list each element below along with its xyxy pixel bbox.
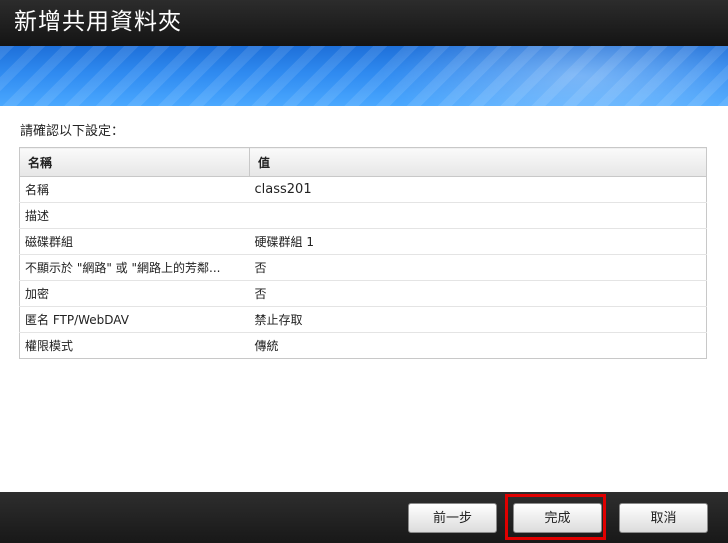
table-row[interactable]: 匿名 FTP/WebDAV 禁止存取 [19,306,707,333]
banner-stripes [0,46,728,106]
confirm-prompt: 請確認以下設定： [20,124,125,139]
row-name: 權限模式 [25,339,74,353]
dialog-titlebar: 新增共用資料夾 [0,0,728,47]
row-value: 禁止存取 [249,306,707,333]
dialog-content: 請確認以下設定： 名稱 值 名稱 class201 描述 磁碟群組 硬碟群組 1… [0,106,728,492]
row-value: 否 [249,254,707,281]
row-name: 不顯示於 "網路" 或 "網路上的芳鄰... [19,254,250,281]
row-name: 描述 [19,202,250,229]
row-value: 傳統 [254,339,279,353]
table-row[interactable]: 名稱 class201 [19,176,707,203]
previous-step-button[interactable]: 前一步 [408,503,497,533]
table-row[interactable]: 磁碟群組 硬碟群組 1 [19,228,707,255]
row-value: 硬碟群組 1 [249,228,707,255]
finish-button[interactable]: 完成 [513,503,602,533]
dialog-title: 新增共用資料夾 [14,9,182,35]
settings-summary-table: 名稱 值 名稱 class201 描述 磁碟群組 硬碟群組 1 不顯示於 "網路… [19,147,707,359]
row-name: 加密 [19,280,250,307]
row-name: 磁碟群組 [19,228,250,255]
column-header-value[interactable]: 值 [249,147,707,177]
table-row[interactable]: 加密 否 [19,280,707,307]
dialog-footer: 前一步 完成 取消 [0,492,728,543]
wizard-banner [0,46,728,106]
table-row[interactable]: 權限模式 傳統 [20,333,707,359]
table-header-row: 名稱 值 [19,147,707,177]
table-row[interactable]: 描述 [19,202,707,229]
create-shared-folder-dialog: 新增共用資料夾 請確認以下設定： 名稱 值 名稱 class201 描述 磁碟群… [0,0,728,543]
table-row[interactable]: 不顯示於 "網路" 或 "網路上的芳鄰... 否 [19,254,707,281]
row-value: 否 [249,280,707,307]
column-header-name[interactable]: 名稱 [19,147,250,177]
cancel-button[interactable]: 取消 [619,503,708,533]
row-name: 匿名 FTP/WebDAV [19,306,250,333]
row-value: class201 [249,176,707,203]
row-value [249,202,707,229]
row-name: 名稱 [19,176,250,203]
